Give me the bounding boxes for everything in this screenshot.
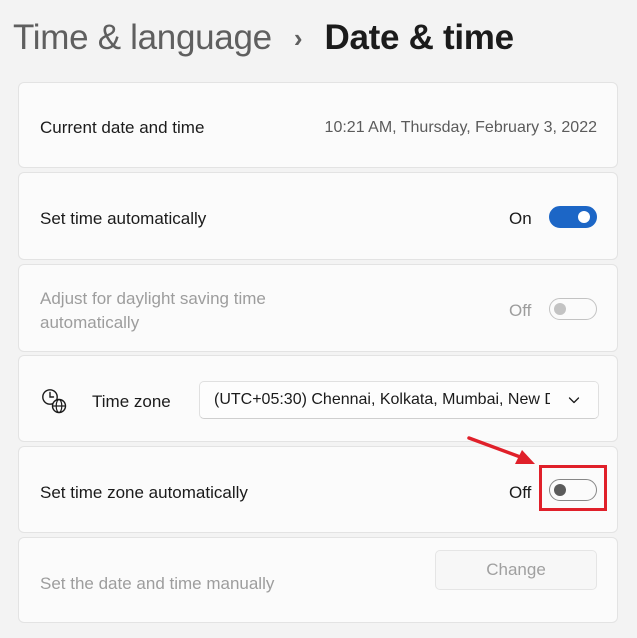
set-manually-card: Set the date and time manually Change bbox=[18, 537, 618, 623]
set-time-automatically-state: On bbox=[509, 209, 532, 228]
daylight-saving-toggle[interactable] bbox=[549, 298, 597, 320]
time-zone-selected-value: (UTC+05:30) Chennai, Kolkata, Mumbai, Ne… bbox=[214, 391, 581, 408]
current-datetime-card: Current date and time 10:21 AM, Thursday… bbox=[18, 82, 618, 168]
daylight-saving-card: Adjust for daylight saving time automati… bbox=[18, 264, 618, 352]
set-time-zone-automatically-label: Set time zone automatically bbox=[40, 483, 248, 502]
page-title: Date & time bbox=[324, 18, 514, 57]
set-manually-label: Set the date and time manually bbox=[40, 574, 275, 593]
daylight-saving-state: Off bbox=[509, 301, 532, 320]
set-time-zone-automatically-state: Off bbox=[509, 483, 532, 502]
toggle-knob bbox=[554, 303, 566, 315]
clock-globe-icon bbox=[42, 389, 67, 414]
daylight-saving-label-line2: automatically bbox=[40, 313, 140, 332]
current-datetime-label: Current date and time bbox=[40, 118, 205, 137]
set-time-automatically-card: Set time automatically On bbox=[18, 172, 618, 260]
breadcrumb-separator-icon: › bbox=[293, 22, 303, 53]
set-time-automatically-label: Set time automatically bbox=[40, 209, 207, 228]
time-zone-label: Time zone bbox=[92, 392, 171, 411]
settings-page: Time & language › Date & time Current da… bbox=[0, 0, 637, 638]
time-zone-dropdown[interactable]: (UTC+05:30) Chennai, Kolkata, Mumbai, Ne… bbox=[199, 381, 599, 419]
annotation-arrow-icon bbox=[467, 436, 535, 464]
breadcrumb: Time & language › Date & time bbox=[13, 14, 514, 62]
time-zone-card: Time zone (UTC+05:30) Chennai, Kolkata, … bbox=[18, 355, 618, 442]
chevron-down-icon bbox=[568, 397, 580, 404]
set-time-automatically-toggle[interactable] bbox=[549, 206, 597, 228]
toggle-knob bbox=[578, 211, 590, 223]
current-datetime-value: 10:21 AM, Thursday, February 3, 2022 bbox=[324, 119, 597, 136]
change-button[interactable]: Change bbox=[435, 550, 597, 590]
daylight-saving-label-line1: Adjust for daylight saving time bbox=[40, 289, 266, 308]
annotation-highlight-box bbox=[539, 465, 607, 511]
breadcrumb-parent-link[interactable]: Time & language bbox=[13, 18, 272, 58]
